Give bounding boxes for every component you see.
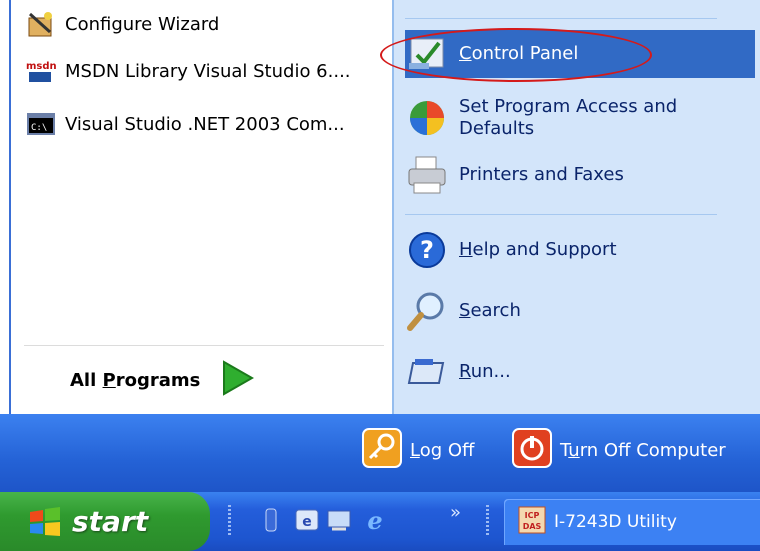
wizard-icon: [25, 10, 57, 38]
search-label: Search: [459, 300, 521, 321]
printers-label: Printers and Faxes: [459, 164, 624, 185]
set-program-access-item[interactable]: Set Program Access and Defaults: [405, 88, 755, 148]
quick-launch-ie-icon[interactable]: e: [362, 506, 388, 535]
all-programs-button[interactable]: All Programs: [70, 360, 255, 400]
help-label: Help and Support: [459, 239, 617, 260]
search-item[interactable]: Search: [405, 284, 755, 338]
svg-text:e: e: [302, 514, 312, 530]
log-off-label: Log Off: [410, 439, 475, 461]
program-item-vs-net-command-prompt[interactable]: C:\ Visual Studio .NET 2003 Com...: [25, 106, 385, 142]
svg-text:?: ?: [420, 236, 434, 264]
svg-text:ICP: ICP: [525, 511, 540, 520]
all-programs-label: All Programs: [70, 369, 201, 391]
run-icon: [405, 350, 449, 394]
run-label: Run...: [459, 361, 511, 382]
divider: [405, 18, 717, 19]
quick-launch-overflow-chevron[interactable]: »: [450, 502, 461, 523]
svg-text:DAS: DAS: [523, 522, 542, 531]
run-item[interactable]: Run...: [405, 346, 755, 398]
log-off-button[interactable]: Log Off: [362, 424, 474, 476]
taskbar-grip[interactable]: [486, 505, 489, 535]
help-and-support-item[interactable]: ? Help and Support: [405, 224, 755, 276]
turn-off-computer-button[interactable]: Turn Off Computer: [512, 424, 726, 476]
search-icon: [405, 289, 449, 333]
taskbar-button-i7243d-utility[interactable]: ICP DAS I-7243D Utility: [504, 499, 760, 545]
program-label: Visual Studio .NET 2003 Com...: [65, 113, 345, 135]
program-item-configure-wizard[interactable]: Configure Wizard: [25, 6, 385, 42]
quick-launch-desktop-icon[interactable]: [326, 507, 352, 533]
printer-icon: [405, 153, 449, 197]
svg-text:msdn: msdn: [26, 61, 57, 72]
program-label: Configure Wizard: [65, 13, 220, 35]
green-arrow-icon: [220, 360, 255, 400]
start-button[interactable]: start: [0, 492, 210, 551]
divider: [24, 345, 384, 346]
key-icon: [362, 428, 402, 472]
quick-launch-network-icon[interactable]: [258, 507, 284, 533]
power-icon: [512, 428, 552, 472]
windows-flag-icon: [28, 506, 62, 542]
set-program-access-label: Set Program Access and Defaults: [459, 96, 678, 139]
command-prompt-icon: C:\: [25, 110, 57, 138]
turn-off-label: Turn Off Computer: [560, 439, 726, 461]
quick-launch-outlook-icon[interactable]: e: [294, 507, 320, 533]
taskbar-button-label: I-7243D Utility: [554, 512, 677, 532]
divider: [405, 214, 717, 215]
start-label: start: [72, 505, 149, 538]
red-annotation-circle: [380, 28, 652, 82]
msdn-icon: msdn: [25, 57, 57, 85]
program-access-icon: [405, 96, 449, 140]
taskbar-grip[interactable]: [228, 505, 231, 535]
pane-border: [9, 0, 11, 414]
help-icon: ?: [405, 228, 449, 272]
svg-text:C:\: C:\: [31, 123, 47, 133]
utility-app-icon: ICP DAS: [518, 506, 546, 538]
program-item-msdn-library[interactable]: msdn MSDN Library Visual Studio 6....: [25, 53, 385, 89]
svg-text:e: e: [367, 507, 382, 533]
printers-and-faxes-item[interactable]: Printers and Faxes: [405, 148, 755, 202]
program-label: MSDN Library Visual Studio 6....: [65, 60, 351, 82]
